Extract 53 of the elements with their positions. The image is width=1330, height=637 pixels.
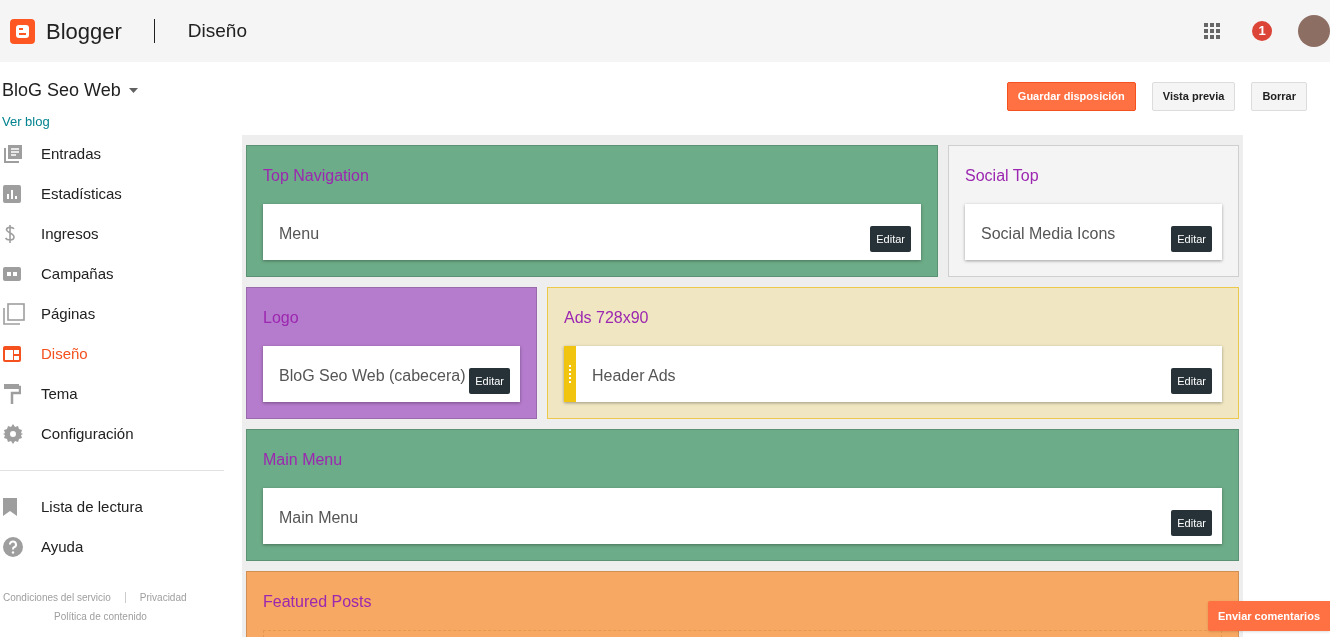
page-title: Diseño xyxy=(187,18,247,43)
widget-name: BloG Seo Web (cabecera) xyxy=(278,366,466,386)
layout-icon xyxy=(3,346,21,362)
sidebar-item[interactable]: Tema xyxy=(0,374,224,414)
sidebar-item[interactable]: Configuración xyxy=(0,414,224,454)
widget-name: Main Menu xyxy=(278,508,359,528)
apps-grid-icon[interactable] xyxy=(1204,23,1220,39)
bookmark-icon xyxy=(3,498,17,516)
blog-name[interactable]: BloG Seo Web xyxy=(2,77,121,104)
edit-button[interactable]: Editar xyxy=(1171,368,1212,394)
widget-name: Header Ads xyxy=(591,366,676,386)
widget-card[interactable]: Menu Editar xyxy=(263,204,921,260)
section-title: Ads 728x90 xyxy=(564,308,650,328)
sidebar-item[interactable]: Ingresos xyxy=(0,214,224,254)
drag-handle[interactable] xyxy=(564,346,576,402)
sidebar-item[interactable]: Diseño xyxy=(0,334,224,374)
sidebar-item[interactable]: Estadísticas xyxy=(0,174,224,214)
widget-card[interactable]: Header Ads Editar xyxy=(564,346,1222,402)
pages-icon xyxy=(3,303,25,325)
widget-name: Menu xyxy=(278,224,320,244)
section-title: Social Top xyxy=(965,166,1040,186)
caret-icon[interactable] xyxy=(128,88,138,93)
help-icon xyxy=(3,537,23,557)
sidebar-item[interactable]: Campañas xyxy=(0,254,224,294)
ad-icon xyxy=(3,267,21,281)
action-button[interactable]: Borrar xyxy=(1251,82,1307,111)
notification-badge[interactable]: 1 xyxy=(1252,21,1272,41)
edit-button[interactable]: Editar xyxy=(1171,510,1212,536)
posts-icon xyxy=(3,144,23,164)
sidebar-item[interactable]: Ayuda xyxy=(0,527,224,567)
widget-name: Social Media Icons xyxy=(980,224,1116,244)
settings-icon xyxy=(3,424,23,444)
view-blog-link[interactable]: Ver blog xyxy=(2,112,138,132)
edit-button[interactable]: Editar xyxy=(469,368,510,394)
app-name: Blogger xyxy=(46,17,122,46)
avatar[interactable] xyxy=(1298,15,1330,47)
widget-card[interactable]: BloG Seo Web (cabecera) Editar xyxy=(263,346,520,402)
widget-card[interactable]: Social Media Icons Editar xyxy=(965,204,1222,260)
edit-button[interactable]: Editar xyxy=(870,226,911,252)
section-title: Logo xyxy=(263,308,300,328)
bar-chart-icon xyxy=(3,185,21,203)
section-title: Featured Posts xyxy=(263,592,373,612)
section-title: Top Navigation xyxy=(263,166,370,186)
sidebar-item[interactable]: Lista de lectura xyxy=(0,487,224,527)
paint-roller-icon xyxy=(3,384,21,404)
widget-card[interactable]: Main Menu Editar xyxy=(263,488,1222,544)
sidebar-item[interactable]: Páginas xyxy=(0,294,224,334)
section-title: Main Menu xyxy=(263,450,344,470)
sidebar-item[interactable]: Entradas xyxy=(0,134,224,174)
dollar-icon xyxy=(3,224,17,244)
action-button[interactable]: Vista previa xyxy=(1151,82,1236,111)
logo-icon xyxy=(10,18,35,44)
edit-button[interactable]: Editar xyxy=(1171,226,1212,252)
